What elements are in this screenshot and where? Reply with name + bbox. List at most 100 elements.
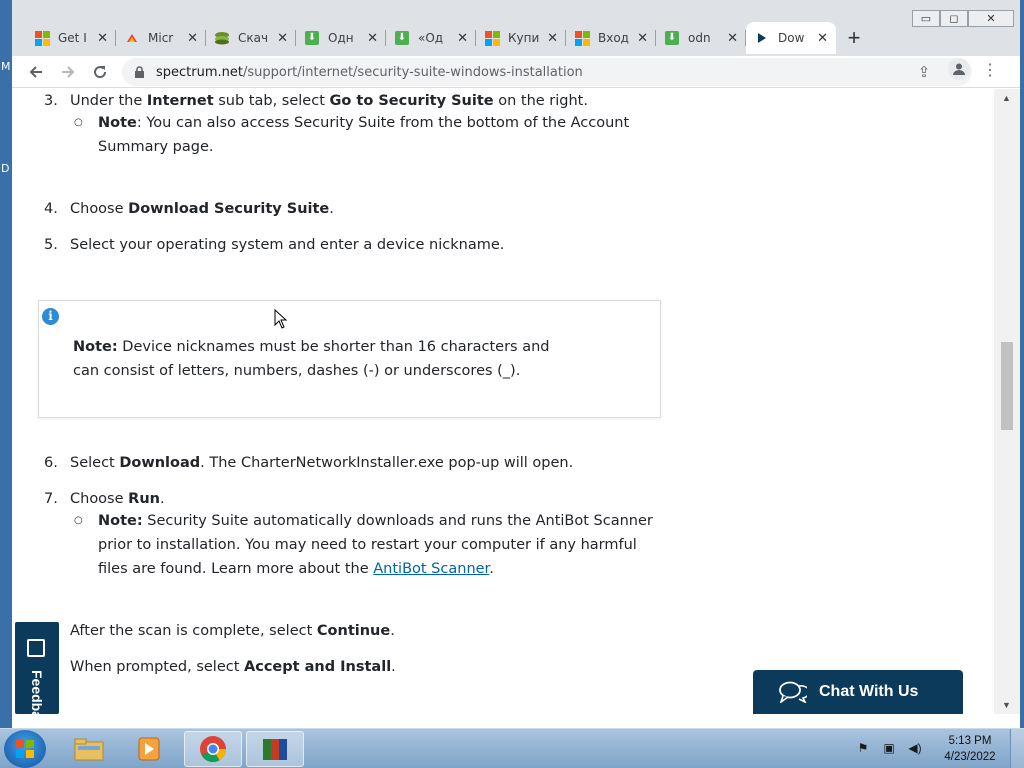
address-bar[interactable]: spectrum.net/support/internet/security-s…	[122, 58, 972, 86]
tab-kupi[interactable]: Купи ✕	[476, 22, 566, 54]
close-tab-icon[interactable]: ✕	[637, 30, 648, 46]
step-number: 3.	[44, 93, 58, 109]
tab-od-quote[interactable]: ⬇ «Од ✕	[386, 22, 476, 54]
reload-button[interactable]	[84, 58, 116, 86]
taskbar-media-player[interactable]	[120, 731, 178, 767]
page-scrollbar[interactable]: ▲ ▼	[994, 89, 1020, 714]
flag-icon[interactable]: ⚑	[852, 741, 874, 757]
when-prompted-text: When prompted, select Accept and Install…	[70, 657, 396, 677]
reload-icon	[94, 65, 107, 78]
maximize-button[interactable]: ◻	[940, 10, 968, 27]
close-window-button[interactable]: ✕	[968, 10, 1014, 27]
note-end: .	[489, 561, 494, 577]
close-tab-icon[interactable]: ✕	[367, 30, 378, 46]
taskbar-explorer[interactable]	[60, 731, 118, 767]
forward-button[interactable]	[52, 58, 84, 86]
close-tab-icon[interactable]: ✕	[727, 30, 738, 46]
close-tab-icon[interactable]: ✕	[817, 30, 828, 46]
step-text: Under the Internet sub tab, select Go to…	[70, 91, 588, 111]
play-icon	[754, 30, 770, 46]
antibot-scanner-link[interactable]: AntiBot Scanner	[373, 561, 489, 577]
scroll-thumb[interactable]	[1001, 342, 1013, 430]
microsoft-logo-icon	[34, 30, 50, 46]
profile-avatar-icon[interactable]	[948, 58, 970, 80]
step-3-note: ○ Note: You can also access Security Sui…	[74, 111, 658, 159]
note-body: Device nicknames must be shorter than 16…	[73, 339, 550, 379]
lock-icon[interactable]	[132, 65, 146, 79]
feedback-label: Feedback	[29, 670, 45, 735]
taskbar-archiver[interactable]	[246, 731, 304, 767]
step-7-post: .	[159, 491, 165, 507]
tab-dow[interactable]: Dow ✕	[746, 22, 836, 54]
start-button[interactable]	[4, 730, 46, 768]
forward-arrow-icon	[62, 65, 75, 78]
minimize-button[interactable]: ▭	[912, 10, 940, 27]
menu-kebab-icon[interactable]: ⋮	[982, 60, 998, 80]
tab-skach[interactable]: Скач ✕	[206, 22, 296, 54]
after-scan-bold: Continue	[316, 623, 391, 639]
tab-odn2[interactable]: ⬇ odn ✕	[656, 22, 746, 54]
when-prompted-post: .	[391, 659, 396, 675]
back-arrow-icon	[29, 65, 42, 78]
bullet-icon: ○	[74, 515, 83, 526]
step-6-post: . The CharterNetworkInstaller.exe pop-up…	[200, 455, 574, 471]
chrome-icon	[200, 736, 226, 763]
desktop-edge-letter: M	[1, 60, 11, 73]
desktop-edge-letter: D	[1, 162, 10, 175]
tab-get[interactable]: Get I ✕	[26, 22, 116, 54]
step-3-mid: sub tab, select	[213, 93, 330, 109]
windows-logo-icon	[16, 740, 34, 758]
media-player-icon	[138, 737, 160, 761]
when-prompted-bold: Accept and Install	[244, 659, 392, 675]
close-tab-icon[interactable]: ✕	[547, 30, 558, 46]
tab-title: odn	[688, 31, 711, 45]
share-icon[interactable]: ⇪	[908, 63, 940, 81]
close-tab-icon[interactable]: ✕	[97, 30, 108, 46]
step-4: 4. Choose Download Security Suite.	[44, 199, 334, 219]
chat-with-us-button[interactable]: Chat With Us	[753, 670, 963, 714]
url-path: /support/internet/security-suite-windows…	[242, 64, 583, 80]
chat-label: Chat With Us	[819, 683, 919, 700]
tab-micr[interactable]: Micr ✕	[116, 22, 206, 54]
network-icon[interactable]: ▣	[878, 741, 900, 757]
step-number: 4.	[44, 201, 58, 217]
volume-icon[interactable]: ◀)	[904, 741, 926, 757]
clock[interactable]: 5:13 PM 4/23/2022	[930, 733, 1010, 765]
close-tab-icon[interactable]: ✕	[187, 30, 198, 46]
download-green-icon: ⬇	[664, 30, 680, 46]
info-note-box: i Note: Device nicknames must be shorter…	[38, 300, 661, 418]
when-prompted-pre: When prompted, select	[70, 659, 245, 675]
system-tray: ⚑ ▣ ◀) 5:13 PM 4/23/2022	[852, 729, 1024, 768]
chat-bubbles-icon	[779, 681, 807, 703]
scroll-up-icon[interactable]: ▲	[1002, 93, 1011, 103]
step-text: Choose Run.	[70, 489, 165, 509]
note-text: Note: You can also access Security Suite…	[98, 111, 658, 159]
step-3-pre: Under the	[70, 93, 147, 109]
back-button[interactable]	[20, 58, 52, 86]
note-label: Note:	[73, 339, 118, 355]
note-label: Note	[98, 115, 137, 131]
show-desktop-button[interactable]	[1010, 729, 1024, 768]
scroll-down-icon[interactable]: ▼	[1002, 700, 1011, 710]
feedback-button[interactable]: Feedback	[15, 622, 59, 735]
step-6-pre: Select	[70, 455, 120, 471]
tab-title: Micr	[148, 31, 174, 45]
tab-vhod[interactable]: Вход ✕	[566, 22, 656, 54]
tab-strip: Get I ✕ Micr ✕ Скач ✕ ⬇ Одн ✕ ⬇ «Од ✕ Ку…	[12, 0, 1020, 56]
new-tab-button[interactable]: +	[836, 22, 872, 54]
edge-cloud-icon	[124, 30, 140, 46]
tab-odn[interactable]: ⬇ Одн ✕	[296, 22, 386, 54]
browser-toolbar: spectrum.net/support/internet/security-s…	[12, 56, 1020, 88]
browser-window: Get I ✕ Micr ✕ Скач ✕ ⬇ Одн ✕ ⬇ «Од ✕ Ку…	[12, 0, 1020, 735]
taskbar-chrome[interactable]	[184, 731, 242, 767]
desktop-edge: M D	[0, 0, 12, 728]
step-6-bold: Download	[119, 455, 201, 471]
url-text[interactable]: spectrum.net/support/internet/security-s…	[156, 65, 583, 80]
info-icon: i	[42, 308, 59, 325]
download-green-icon: ⬇	[394, 30, 410, 46]
note-text: Note: Device nicknames must be shorter t…	[73, 335, 553, 383]
close-tab-icon[interactable]: ✕	[457, 30, 468, 46]
close-tab-icon[interactable]: ✕	[277, 30, 288, 46]
note-text: Note: Security Suite automatically downl…	[98, 509, 658, 581]
clock-time: 5:13 PM	[948, 735, 992, 747]
